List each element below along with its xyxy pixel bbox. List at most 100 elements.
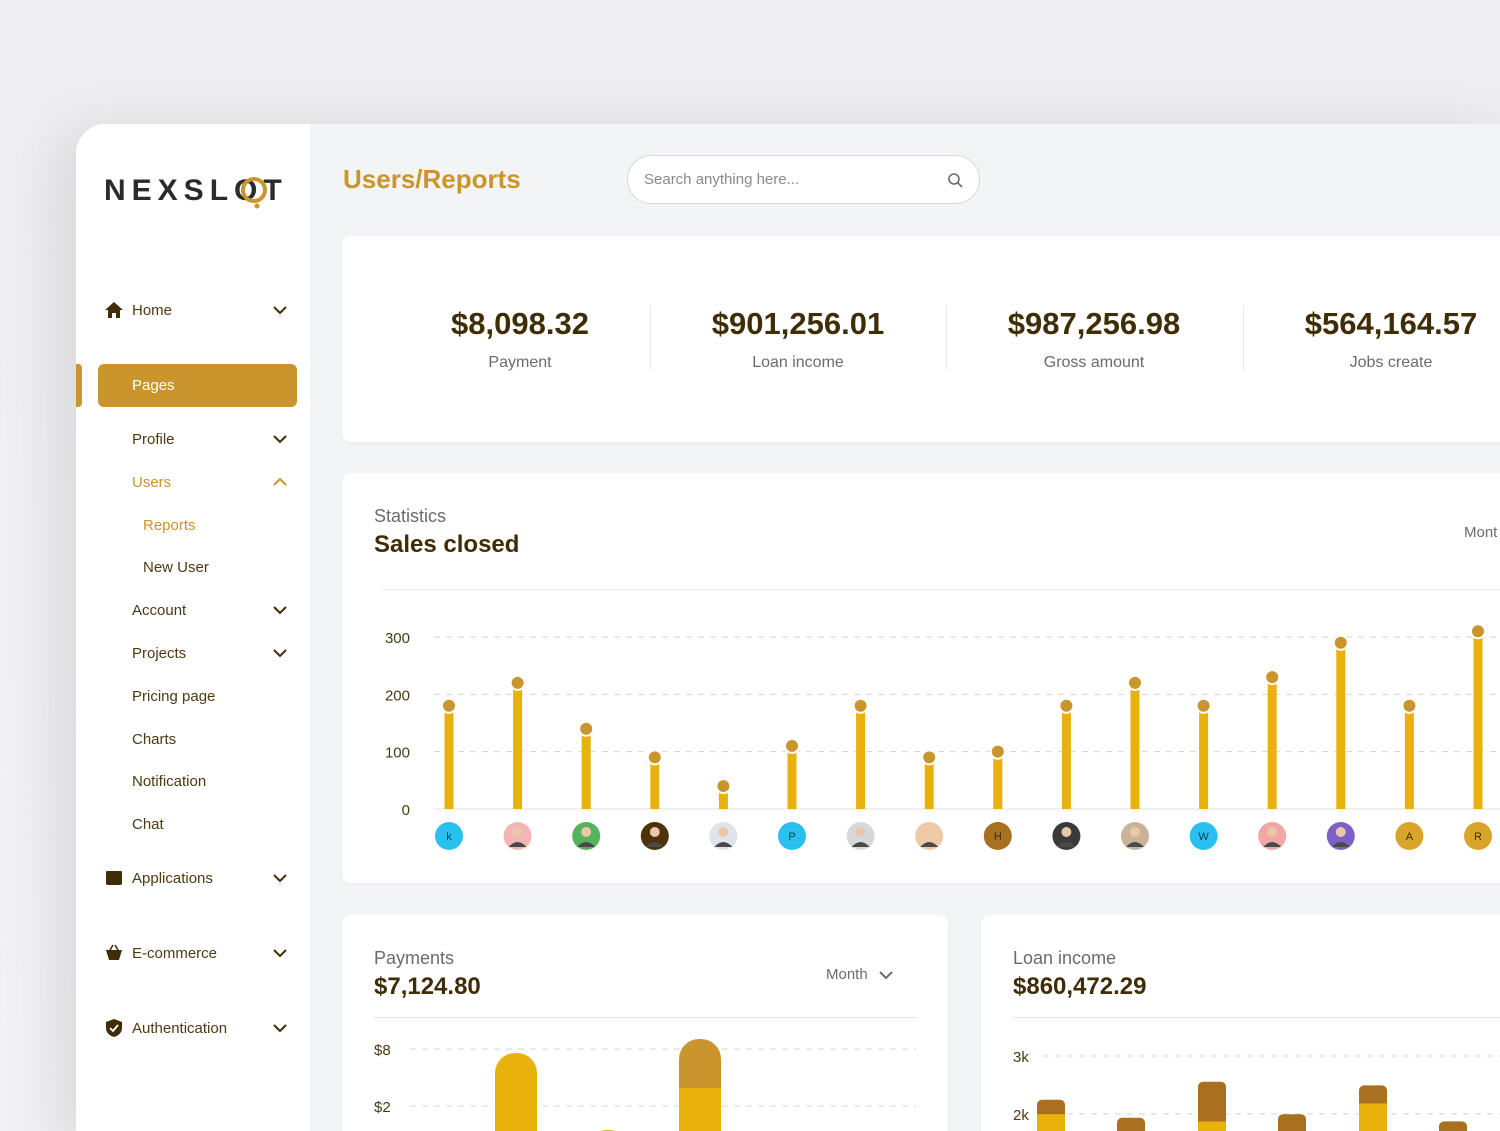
y-tick-label: 300 [385, 630, 410, 647]
sidebar-item-label: Profile [132, 430, 175, 448]
bar-point[interactable] [441, 697, 457, 714]
bar-bottom[interactable] [1359, 1103, 1387, 1131]
bar-point[interactable] [852, 697, 869, 714]
divider [1013, 1017, 1500, 1018]
search-input[interactable]: Search anything here... [627, 155, 980, 204]
avatar-face [581, 827, 592, 837]
y-tick-label: 200 [385, 687, 410, 704]
card-amount: $7,124.80 [374, 973, 481, 1000]
sidebar-item-users[interactable]: Users [76, 462, 310, 502]
bar[interactable] [1199, 705, 1209, 809]
bar-top[interactable] [1439, 1121, 1467, 1131]
sidebar-item-label: Projects [132, 644, 187, 662]
y-tick-label: 100 [385, 745, 410, 762]
bar-point[interactable] [715, 778, 732, 795]
bar-point[interactable] [784, 737, 800, 754]
bar-top[interactable] [495, 1053, 537, 1131]
bar-point[interactable] [1264, 669, 1281, 686]
sidebar-item-ecommerce[interactable]: E-commerce [76, 933, 310, 973]
bar-point[interactable] [1470, 623, 1486, 640]
bar-bottom[interactable] [1198, 1121, 1226, 1131]
app-window: NEXSLOT Home Pages Profile Users Reports… [76, 124, 1500, 1131]
sidebar: NEXSLOT Home Pages Profile Users Reports… [76, 124, 310, 1131]
chevron-down-icon[interactable] [272, 302, 288, 318]
sidebar-item-account[interactable]: Account [76, 590, 310, 630]
stat-value: $901,256.01 [711, 306, 885, 341]
bar[interactable] [993, 751, 1003, 809]
bar-point[interactable] [578, 720, 595, 737]
sidebar-item-chat[interactable]: Chat [76, 804, 310, 844]
payments-chart: $8 $2 [374, 1039, 916, 1131]
search-icon[interactable] [947, 172, 963, 188]
bar-point[interactable] [921, 749, 938, 766]
sidebar-item-charts[interactable]: Charts [76, 719, 310, 759]
sidebar-item-notification[interactable]: Notification [76, 761, 310, 801]
chevron-up-icon[interactable] [272, 474, 288, 490]
chevron-down-icon[interactable] [272, 870, 288, 886]
bar[interactable] [444, 705, 454, 809]
sidebar-item-pages[interactable]: Pages [98, 364, 297, 407]
stat-label: Loan income [752, 354, 844, 371]
card-amount: $860,472.29 [1013, 973, 1147, 1000]
sidebar-item-projects[interactable]: Projects [76, 633, 310, 673]
period-select[interactable]: Month [826, 966, 894, 983]
avatar-face [1130, 827, 1140, 837]
bar[interactable] [1061, 705, 1071, 809]
bar-point[interactable] [1195, 697, 1212, 714]
sidebar-item-new-user[interactable]: New User [76, 547, 310, 587]
stat-label: Jobs create [1349, 354, 1433, 371]
sidebar-item-profile[interactable]: Profile [76, 419, 310, 459]
bar-point[interactable] [1332, 634, 1349, 651]
period-label: Month [826, 966, 868, 983]
stat-label: Gross amount [1043, 354, 1145, 371]
bar-bottom[interactable] [679, 1088, 721, 1131]
avatar-face [1267, 827, 1278, 837]
bar[interactable] [1267, 677, 1277, 809]
bar-point[interactable] [1401, 697, 1418, 714]
logo[interactable]: NEXSLOT [104, 166, 294, 210]
y-tick-label: $2 [374, 1099, 391, 1116]
sidebar-item-reports[interactable]: Reports [76, 505, 310, 545]
period-select[interactable]: Mont [1464, 524, 1497, 541]
bar-top[interactable] [1117, 1117, 1145, 1131]
bar-point[interactable] [1058, 697, 1075, 714]
sidebar-item-pricing[interactable]: Pricing page [76, 676, 310, 716]
bar-point[interactable] [989, 743, 1006, 760]
folder-icon [106, 871, 122, 885]
bar-bottom[interactable] [1037, 1114, 1065, 1131]
bar[interactable] [1130, 682, 1140, 809]
bar[interactable] [787, 745, 797, 809]
sidebar-item-home[interactable]: Home [76, 290, 310, 330]
sales-chart: 0 100 200 300 k P H W A R [385, 623, 1500, 850]
avatar-initial: H [994, 831, 1002, 843]
bar[interactable] [513, 682, 523, 809]
chevron-down-icon[interactable] [272, 945, 288, 961]
avatar-initial: k [446, 831, 452, 843]
sidebar-item-authentication[interactable]: Authentication [76, 1008, 310, 1048]
bar[interactable] [856, 705, 866, 809]
y-tick-label: 0 [402, 802, 410, 819]
bar-top[interactable] [1278, 1114, 1306, 1131]
bar-point[interactable] [646, 749, 663, 766]
avatar-initial: R [1474, 831, 1482, 843]
avatar-initial: W [1198, 831, 1209, 843]
bar-point[interactable] [1127, 674, 1143, 691]
bar[interactable] [1336, 642, 1346, 809]
chevron-down-icon[interactable] [272, 431, 288, 447]
card-subtitle: Statistics [374, 506, 447, 526]
sidebar-item-applications[interactable]: Applications [76, 858, 310, 898]
stat-value: $564,164.57 [1304, 306, 1478, 341]
bar-point[interactable] [509, 674, 526, 691]
y-tick-label: $8 [374, 1042, 391, 1059]
stat-label: Payment [488, 354, 552, 371]
chevron-down-icon[interactable] [272, 645, 288, 661]
sidebar-item-label: Home [132, 301, 173, 319]
bar[interactable] [1404, 705, 1414, 809]
sales-closed-card: Statistics Sales closed Mont 0 100 200 300 k… [342, 473, 1500, 883]
bar[interactable] [581, 728, 591, 809]
sidebar-item-label: E-commerce [132, 944, 218, 962]
card-title: Sales closed [374, 531, 520, 558]
chevron-down-icon[interactable] [272, 1020, 288, 1036]
chevron-down-icon[interactable] [272, 602, 288, 618]
bar[interactable] [1473, 631, 1483, 809]
